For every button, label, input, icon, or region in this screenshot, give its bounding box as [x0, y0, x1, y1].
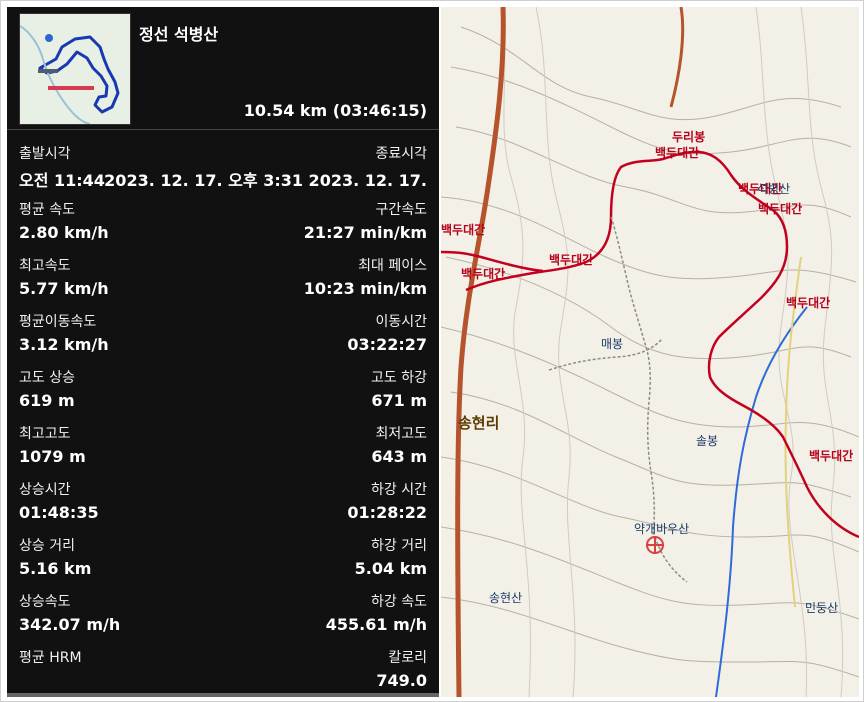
stat-row: 평균 속도 2.80 km/h 구간속도 21:27 min/km	[7, 199, 439, 255]
stat-right-label: 고도 하강	[371, 370, 427, 386]
map-label-baekdu-1: 백두대간	[655, 146, 700, 160]
route-thumbnail[interactable]	[19, 13, 131, 125]
route-thumbnail-map	[20, 14, 130, 124]
stat-right-value: 749.0	[376, 671, 427, 690]
stat-row: 평균 HRM 칼로리 749.0	[7, 647, 439, 697]
stat-left-value: 619 m	[19, 391, 75, 410]
stat-right-label: 하강 거리	[371, 538, 427, 554]
stat-right-label: 구간속도	[375, 202, 427, 218]
map-label-baekdu-8: 백두대간	[809, 449, 854, 463]
map-label-songhyeonri: 송현리	[458, 414, 500, 432]
stat-left-value: 3.12 km/h	[19, 335, 109, 354]
stat-row: 출발시각오전 11:44 종료시각 2023. 12. 17. 오후 3:31 20…	[7, 143, 439, 199]
stat-right-label: 종료시각	[375, 146, 427, 162]
stat-right-value: 01:28:22	[347, 503, 427, 522]
stat-right-label: 최저고도	[375, 426, 427, 442]
stat-right-label: 이동시간	[375, 314, 427, 330]
stat-left-label: 평균 HRM	[19, 650, 82, 666]
map-label-solbong: 솔봉	[696, 434, 719, 448]
stat-right-value: 21:27 min/km	[303, 223, 427, 242]
stat-row: 평균이동속도 3.12 km/h 이동시간 03:22:27	[7, 311, 439, 367]
stat-left-value: 1079 m	[19, 447, 86, 466]
summary-divider	[7, 129, 439, 130]
stat-left-value: 2.80 km/h	[19, 223, 109, 242]
map-label-duribong: 두리봉	[672, 130, 706, 144]
stat-right-value: 455.61 m/h	[325, 615, 427, 634]
stat-row: 상승속도 342.07 m/h 하강 속도 455.61 m/h	[7, 591, 439, 647]
map-label-baekdu-5: 백두대간	[549, 253, 594, 267]
stat-left-label: 고도 상승	[19, 370, 75, 386]
stat-row: 최고속도 5.77 km/h 최대 페이스 10:23 min/km	[7, 255, 439, 311]
trail-map[interactable]: 두리봉 백두대간 백두대간 백두대간 백두대간 백두대간 백두대간 백두대간 백…	[441, 7, 859, 697]
stat-right-value: 5.04 km	[354, 559, 427, 578]
stat-right-value: 10:23 min/km	[303, 279, 427, 298]
stat-left-value: 342.07 m/h	[19, 615, 121, 634]
stat-left-value: 5.77 km/h	[19, 279, 109, 298]
map-label-yakgaebausan: 약개바우산	[634, 522, 690, 536]
stat-left-label: 상승 거리	[19, 538, 75, 554]
stat-left-label: 최고고도	[19, 426, 71, 442]
stat-right-value: 671 m	[371, 391, 427, 410]
map-label-songhyeonsan: 송현산	[489, 591, 523, 605]
stat-right-value: 2023. 12. 17. 오후 3:31 2023. 12. 17.	[104, 171, 427, 190]
track-title: 정선 석병산	[139, 25, 219, 44]
map-label-seokbyeongsan: 석병산	[757, 182, 791, 196]
stat-left-label: 출발시각	[19, 146, 71, 162]
stat-right-value: 03:22:27	[347, 335, 427, 354]
stat-right-label: 하강 시간	[371, 482, 427, 498]
stat-right-label: 하강 속도	[371, 594, 427, 610]
map-label-maebong: 매봉	[601, 337, 624, 351]
stat-right-label: 최대 페이스	[358, 258, 427, 274]
stat-left-value: 오전 11:44	[19, 171, 105, 190]
map-label-baekdu-6: 백두대간	[461, 267, 506, 281]
stat-left-value: 01:48:35	[19, 503, 99, 522]
stat-row: 최고고도 1079 m 최저고도 643 m	[7, 423, 439, 479]
map-label-baekdu-4: 백두대간	[441, 223, 486, 237]
stat-left-label: 상승속도	[19, 594, 71, 610]
stat-left-label: 평균이동속도	[19, 314, 97, 330]
stat-left-label: 상승시간	[19, 482, 71, 498]
stat-row: 고도 상승 619 m 고도 하강 671 m	[7, 367, 439, 423]
stat-row: 상승 거리 5.16 km 하강 거리 5.04 km	[7, 535, 439, 591]
screenshot-frame: 정선 석병산 10.54 km (03:46:15) 출발시각오전 11:44 종…	[0, 0, 864, 702]
stat-left-value: 5.16 km	[19, 559, 92, 578]
track-distance-duration: 10.54 km (03:46:15)	[243, 101, 427, 120]
stat-row: 상승시간 01:48:35 하강 시간 01:28:22	[7, 479, 439, 535]
map-label-mindungsan: 민둥산	[805, 601, 839, 615]
stat-left-label: 평균 속도	[19, 202, 75, 218]
stat-right-value: 643 m	[371, 447, 427, 466]
bottom-scroll-bar	[7, 693, 439, 697]
stat-right-label: 칼로리	[388, 650, 427, 666]
map-label-baekdu-3: 백두대간	[758, 202, 803, 216]
track-summary-panel: 정선 석병산 10.54 km (03:46:15) 출발시각오전 11:44 종…	[7, 7, 439, 697]
stat-left-label: 최고속도	[19, 258, 71, 274]
map-label-baekdu-7: 백두대간	[786, 296, 831, 310]
